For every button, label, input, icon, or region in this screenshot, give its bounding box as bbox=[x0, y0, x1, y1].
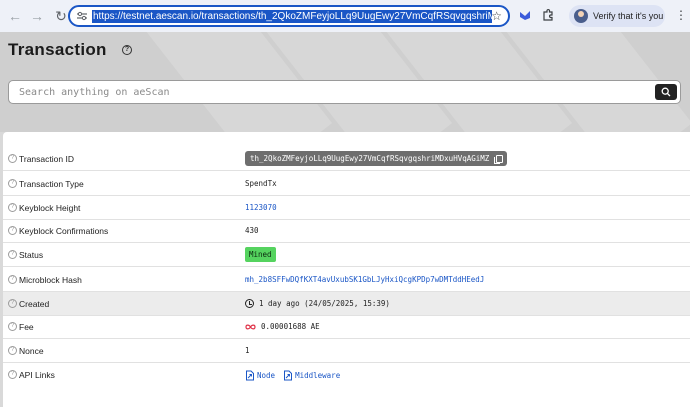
confirmations-value: 430 bbox=[245, 226, 259, 235]
help-icon[interactable]: ? bbox=[8, 299, 17, 308]
row-value: Mined bbox=[245, 247, 276, 262]
row-keyblock-height: ? Keyblock Height 1123070 bbox=[3, 196, 690, 220]
row-value: th_2QkoZMFeyjoLLq9UugEwy27VmCqfRSqvgqshr… bbox=[245, 151, 508, 166]
api-link-middleware[interactable]: Middleware bbox=[283, 370, 340, 381]
help-icon[interactable]: ? bbox=[122, 45, 132, 55]
url-text[interactable]: https://testnet.aescan.io/transactions/t… bbox=[92, 9, 492, 23]
site-settings-icon[interactable] bbox=[74, 8, 90, 24]
extension-icon[interactable] bbox=[518, 8, 532, 22]
row-label: Transaction ID bbox=[19, 153, 74, 164]
extensions-puzzle-icon[interactable] bbox=[541, 8, 555, 22]
document-icon bbox=[284, 370, 293, 380]
row-nonce: ? Nonce 1 bbox=[3, 339, 690, 363]
copy-icon[interactable] bbox=[494, 154, 504, 164]
row-value: Node Middleware bbox=[245, 370, 348, 381]
back-arrow-icon[interactable]: ← bbox=[6, 7, 24, 25]
row-transaction-type: ? Transaction Type SpendTx bbox=[3, 172, 690, 196]
profile-verify-chip[interactable]: Verify that it's you bbox=[569, 5, 665, 27]
api-link-node[interactable]: Node bbox=[245, 370, 275, 381]
help-icon[interactable]: ? bbox=[8, 250, 17, 259]
help-icon[interactable]: ? bbox=[8, 203, 17, 212]
address-bar[interactable]: https://testnet.aescan.io/transactions/t… bbox=[68, 5, 510, 27]
help-icon[interactable]: ? bbox=[8, 346, 17, 355]
browser-toolbar: ← → ↻ https://testnet.aescan.io/transact… bbox=[0, 0, 690, 32]
avatar bbox=[574, 9, 588, 23]
page-title: Transaction bbox=[8, 40, 107, 59]
row-created: ? Created 1 day ago (24/05/2025, 15:39) bbox=[3, 292, 690, 316]
row-label: Keyblock Confirmations bbox=[19, 225, 109, 236]
row-label: Status bbox=[19, 249, 44, 260]
fee-value: 0.00001688 AE bbox=[261, 322, 320, 331]
row-status: ? Status Mined bbox=[3, 243, 690, 267]
row-label: Keyblock Height bbox=[19, 202, 81, 213]
search-input[interactable] bbox=[19, 86, 619, 98]
row-api-links: ? API Links Node Middleware bbox=[3, 363, 690, 387]
forward-arrow-icon[interactable]: → bbox=[28, 7, 46, 25]
created-value: 1 day ago (24/05/2025, 15:39) bbox=[259, 299, 390, 308]
status-badge: Mined bbox=[245, 247, 276, 262]
search-bar[interactable] bbox=[8, 80, 681, 104]
row-label: Transaction Type bbox=[19, 178, 84, 189]
aeternity-logo-icon bbox=[245, 324, 256, 329]
verify-label: Verify that it's you bbox=[593, 11, 664, 21]
help-icon[interactable]: ? bbox=[8, 322, 17, 331]
keyblock-height-link[interactable]: 1123070 bbox=[245, 203, 277, 212]
transaction-id-value: th_2QkoZMFeyjoLLq9UugEwy27VmCqfRSqvgqshr… bbox=[250, 154, 490, 163]
row-label: Microblock Hash bbox=[19, 274, 82, 285]
help-icon[interactable]: ? bbox=[8, 275, 17, 284]
page-header: Transaction ? bbox=[0, 32, 690, 132]
api-link-label: Node bbox=[257, 370, 276, 380]
bookmark-star-icon[interactable]: ☆ bbox=[491, 9, 502, 23]
help-icon[interactable]: ? bbox=[8, 179, 17, 188]
document-icon bbox=[246, 370, 254, 380]
transaction-details-card: ? Transaction ID th_2QkoZMFeyjoLLq9UugEw… bbox=[3, 132, 690, 407]
row-microblock-hash: ? Microblock Hash mh_2b8SFFwDQfKXT4avUxu… bbox=[3, 268, 690, 292]
transaction-type-value: SpendTx bbox=[245, 179, 277, 188]
row-label: Created bbox=[19, 298, 50, 309]
nonce-value: 1 bbox=[245, 346, 250, 355]
search-icon bbox=[661, 87, 671, 97]
more-menu-icon[interactable]: ⋮ bbox=[675, 9, 687, 21]
api-link-label: Middleware bbox=[295, 370, 341, 380]
row-value: 0.00001688 AE bbox=[245, 322, 320, 331]
row-label: Fee bbox=[19, 321, 34, 332]
help-icon[interactable]: ? bbox=[8, 226, 17, 235]
clock-icon bbox=[245, 299, 254, 308]
row-transaction-id: ? Transaction ID th_2QkoZMFeyjoLLq9UugEw… bbox=[3, 147, 690, 171]
search-button[interactable] bbox=[655, 84, 677, 100]
help-icon[interactable]: ? bbox=[8, 370, 17, 379]
row-keyblock-confirmations: ? Keyblock Confirmations 430 bbox=[3, 219, 690, 243]
help-icon[interactable]: ? bbox=[8, 154, 17, 163]
microblock-hash-link[interactable]: mh_2b8SFFwDQfKXT4avUxubSK1GbLJyHxiQcgKPD… bbox=[245, 275, 484, 284]
row-value: 1 day ago (24/05/2025, 15:39) bbox=[245, 299, 390, 308]
row-fee: ? Fee 0.00001688 AE bbox=[3, 315, 690, 339]
row-label: API Links bbox=[19, 370, 55, 380]
transaction-id-pill[interactable]: th_2QkoZMFeyjoLLq9UugEwy27VmCqfRSqvgqshr… bbox=[245, 151, 508, 166]
row-label: Nonce bbox=[19, 345, 44, 356]
